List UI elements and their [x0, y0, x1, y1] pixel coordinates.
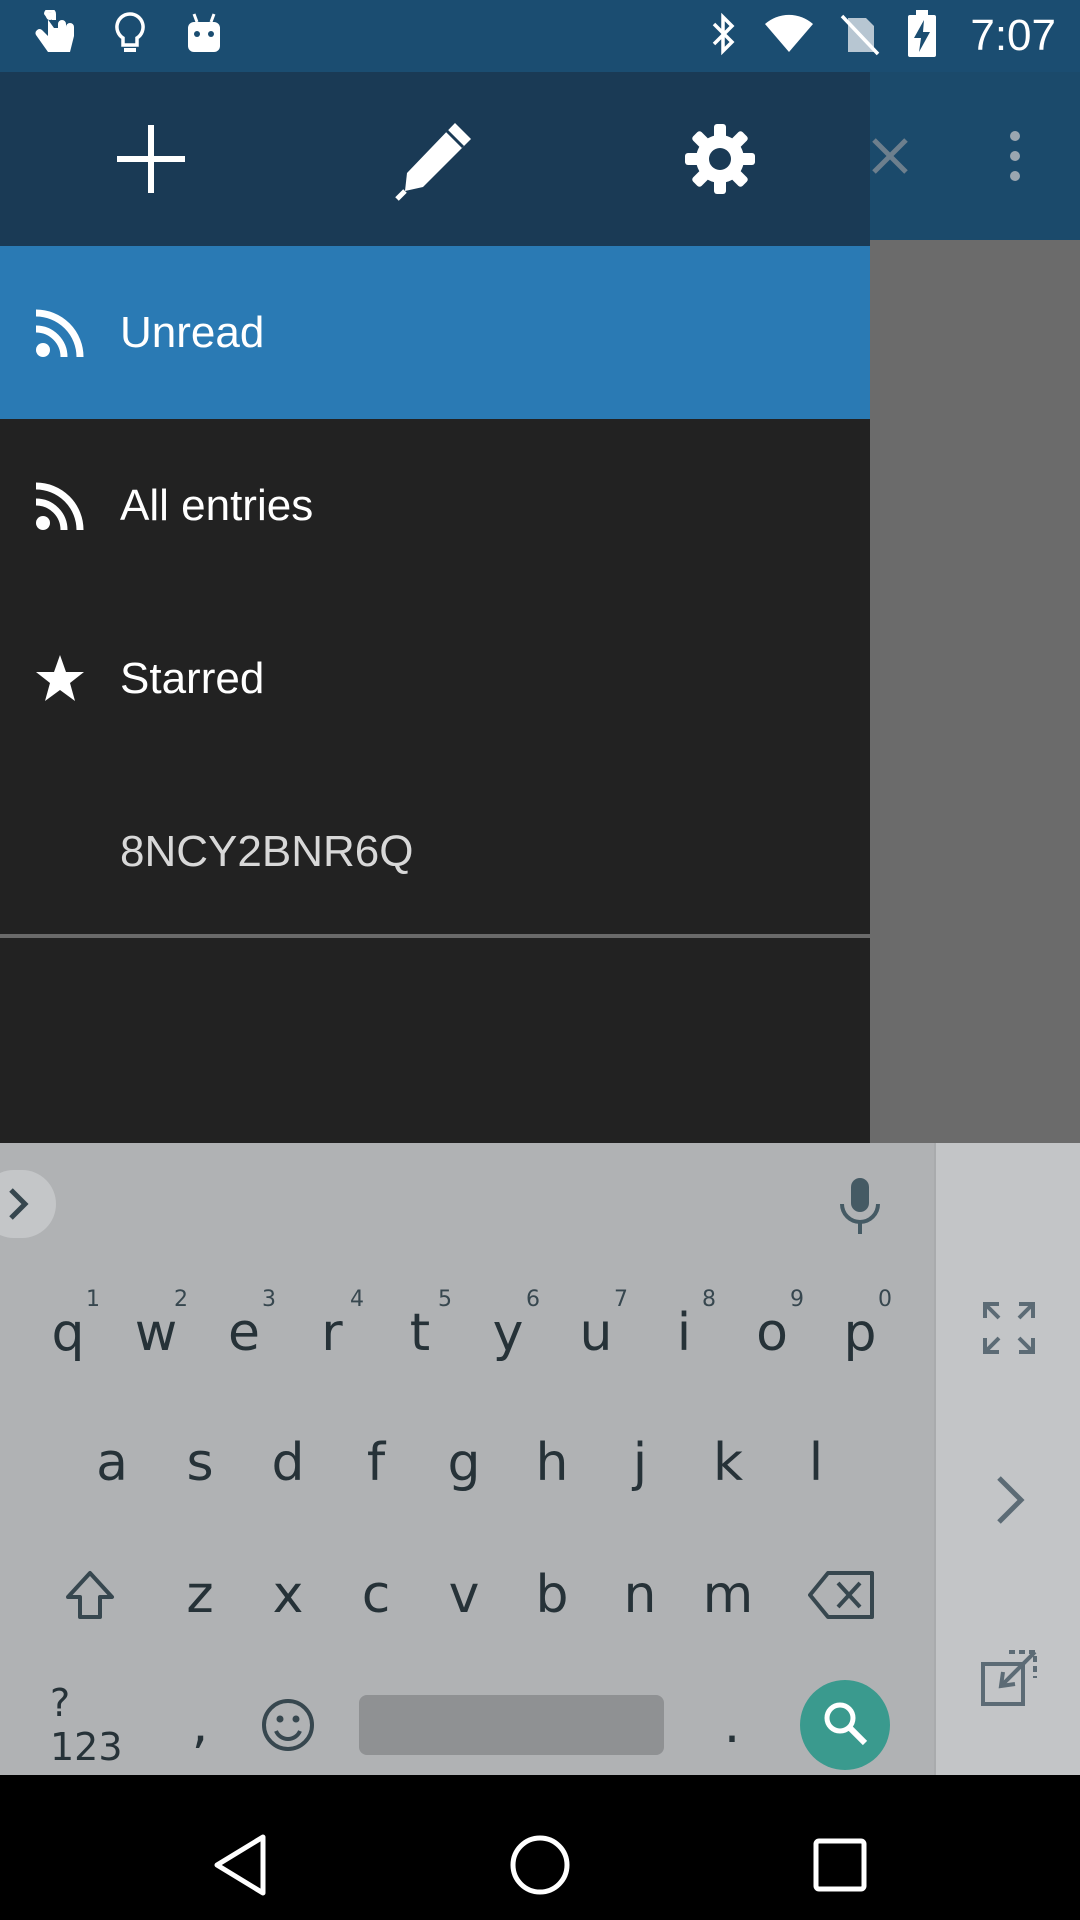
nav-item-starred[interactable]: Starred	[0, 592, 870, 765]
key-m[interactable]: m	[688, 1545, 768, 1645]
key-f[interactable]: f	[336, 1413, 416, 1513]
comma-key[interactable]: ,	[160, 1675, 240, 1775]
key-hint: 8	[702, 1287, 716, 1312]
drawer-divider	[0, 934, 870, 938]
nav-item-label: Unread	[120, 307, 265, 357]
back-icon[interactable]	[206, 1830, 276, 1900]
key-k[interactable]: k	[688, 1413, 768, 1513]
key-z[interactable]: z	[160, 1545, 240, 1645]
wifi-icon	[764, 14, 814, 59]
shift-key[interactable]	[50, 1545, 130, 1645]
more-options-icon[interactable]	[990, 126, 1040, 186]
system-navigation-bar	[0, 1800, 1080, 1920]
key-s[interactable]: s	[160, 1413, 240, 1513]
key-h[interactable]: h	[512, 1413, 592, 1513]
search-key[interactable]	[800, 1680, 890, 1770]
key-hint: 7	[614, 1287, 628, 1312]
star-icon	[34, 653, 86, 705]
soft-keyboard: q w e r t y u i o p 1 2 3 4 5 6 7 8 9 0 …	[0, 1143, 1080, 1775]
clock: 7:07	[970, 11, 1056, 60]
nav-item-all-entries[interactable]: All entries	[0, 419, 870, 592]
backspace-key[interactable]	[802, 1545, 882, 1645]
microphone-icon[interactable]	[836, 1176, 884, 1236]
battery-charging-icon	[906, 9, 938, 63]
undock-keyboard-icon[interactable]	[974, 1643, 1044, 1713]
edit-icon[interactable]	[390, 114, 480, 204]
settings-icon[interactable]	[675, 114, 765, 204]
key-hint: 3	[262, 1287, 276, 1312]
emoji-key[interactable]	[248, 1675, 328, 1775]
key-hint: 1	[86, 1287, 100, 1312]
key-a[interactable]: a	[72, 1413, 152, 1513]
suggestion-expand-button[interactable]	[0, 1170, 56, 1238]
chevron-right-icon[interactable]	[974, 1465, 1044, 1535]
key-d[interactable]: d	[248, 1413, 328, 1513]
android-icon	[184, 12, 224, 61]
key-hint: 2	[174, 1287, 188, 1312]
key-g[interactable]: g	[424, 1413, 504, 1513]
symbols-key[interactable]: ?123	[50, 1675, 130, 1775]
add-icon[interactable]	[106, 114, 196, 204]
bluetooth-icon	[708, 11, 738, 62]
key-hint: 4	[350, 1287, 364, 1312]
key-hint: 6	[526, 1287, 540, 1312]
nav-item-label: Starred	[120, 653, 265, 703]
period-key[interactable]: .	[692, 1675, 772, 1775]
rss-icon	[34, 480, 86, 532]
key-hint: 5	[438, 1287, 452, 1312]
search-icon	[821, 1699, 869, 1752]
nav-item-label: 8NCY2BNR6Q	[120, 826, 414, 876]
key-v[interactable]: v	[424, 1545, 504, 1645]
recents-icon[interactable]	[805, 1830, 875, 1900]
drawer-header	[0, 72, 870, 246]
nav-item-label: All entries	[120, 480, 314, 530]
rss-icon	[34, 307, 86, 359]
space-key[interactable]	[359, 1695, 664, 1755]
key-j[interactable]: j	[600, 1413, 680, 1513]
expand-keyboard-icon[interactable]	[974, 1293, 1044, 1363]
key-c[interactable]: c	[336, 1545, 416, 1645]
key-b[interactable]: b	[512, 1545, 592, 1645]
key-n[interactable]: n	[600, 1545, 680, 1645]
no-sim-icon	[840, 12, 880, 61]
home-icon[interactable]	[505, 1830, 575, 1900]
status-bar: 7:07	[0, 0, 1080, 72]
nav-item-unread[interactable]: Unread	[0, 246, 870, 419]
key-l[interactable]: l	[776, 1413, 856, 1513]
lightbulb-icon	[114, 11, 146, 62]
key-x[interactable]: x	[248, 1545, 328, 1645]
keyboard-side-divider	[934, 1143, 936, 1775]
nav-item-feed[interactable]: 8NCY2BNR6Q	[0, 765, 870, 938]
hand-pointer-icon	[30, 7, 76, 63]
key-hint: 0	[878, 1287, 892, 1312]
key-hint: 9	[790, 1287, 804, 1312]
navigation-drawer: Unread All entries Starred 8NCY2BNR6Q	[0, 72, 870, 1143]
